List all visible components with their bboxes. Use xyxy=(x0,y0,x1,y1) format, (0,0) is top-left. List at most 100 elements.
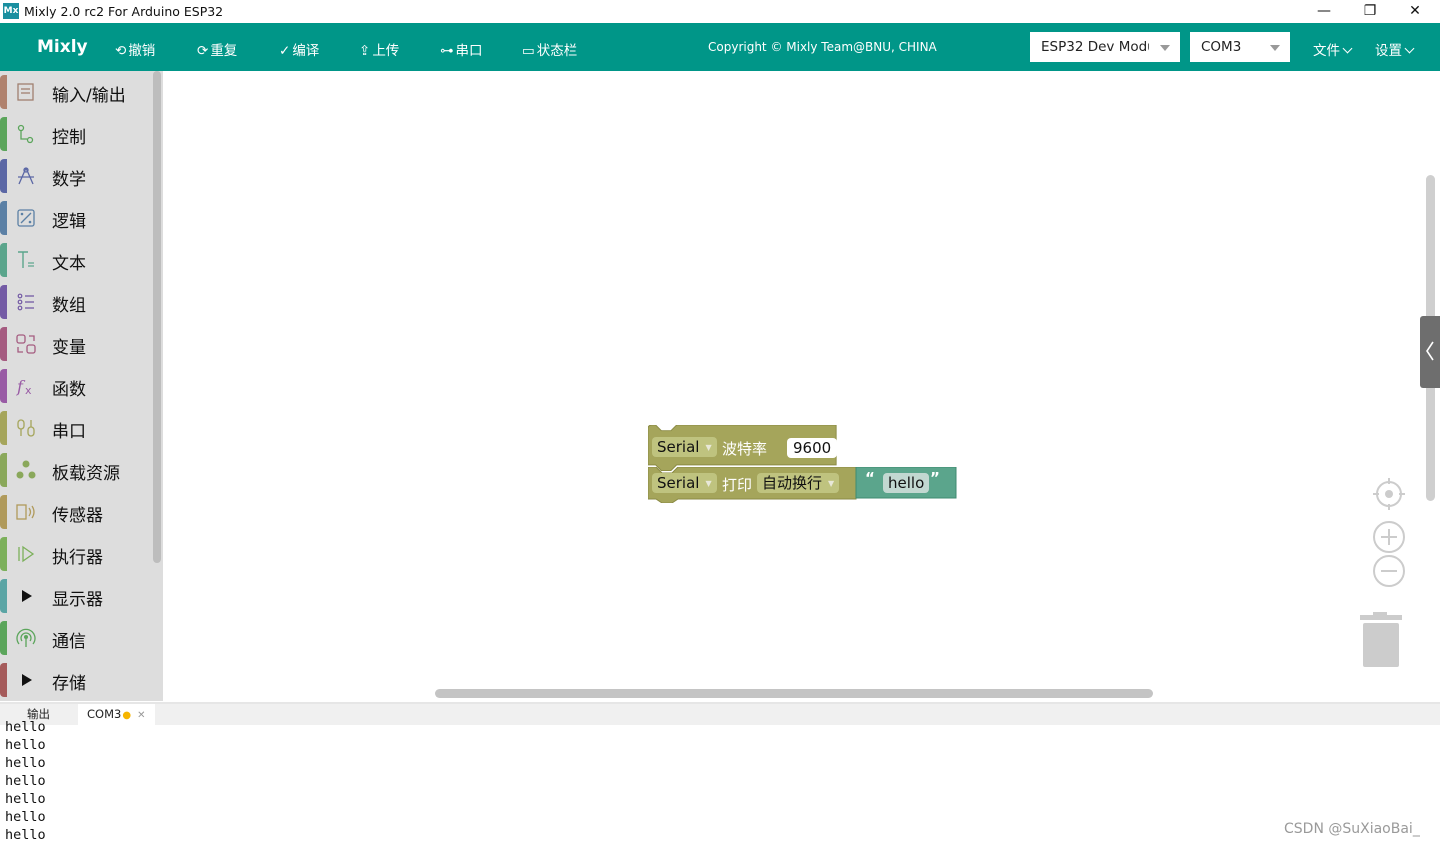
window-title: Mixly 2.0 rc2 For Arduino ESP32 xyxy=(24,4,224,19)
category-color-bar xyxy=(0,495,7,529)
port-select[interactable]: COM3 xyxy=(1190,32,1290,62)
undo-icon: ⟲ xyxy=(115,43,127,59)
category-variable[interactable]: 变量 xyxy=(0,324,152,362)
category-serial[interactable]: 串口 xyxy=(0,408,152,446)
category-color-bar xyxy=(0,411,7,445)
category-sensor[interactable]: 传感器 xyxy=(0,492,152,530)
settings-menu[interactable]: 设置 xyxy=(1375,39,1415,59)
dropdown-arrow-icon: ▼ xyxy=(705,479,712,488)
category-color-bar xyxy=(0,159,7,193)
recenter-icon[interactable] xyxy=(1372,478,1406,512)
category-label: 执行器 xyxy=(52,548,103,568)
copyright-text: Copyright © Mixly Team@BNU, CHINA xyxy=(708,40,937,54)
category-label: 数学 xyxy=(52,170,86,190)
category-io[interactable]: 输入/输出 xyxy=(0,72,152,110)
toolbox-scrollbar[interactable] xyxy=(153,71,161,563)
category-math[interactable]: 数学 xyxy=(0,156,152,194)
file-menu[interactable]: 文件 xyxy=(1313,39,1353,59)
zoom-out-icon[interactable] xyxy=(1372,554,1406,588)
serial-label: 串口 xyxy=(455,43,483,59)
block-toolbox: 输入/输出 控制 数学 逻辑 文本 数组 变量 fx 函数 串口 板载资源 传感… xyxy=(0,71,163,701)
redo-button[interactable]: ⟳ 重复 xyxy=(197,39,237,59)
category-color-bar xyxy=(0,369,7,403)
chevron-down-icon xyxy=(1404,43,1415,54)
logic-icon xyxy=(17,209,35,227)
settings-menu-label: 设置 xyxy=(1375,43,1402,59)
category-display[interactable]: 显示器 xyxy=(0,576,152,614)
category-control[interactable]: 控制 xyxy=(0,114,152,152)
print-mode-value: 自动换行 xyxy=(762,474,823,492)
compile-label: 编译 xyxy=(292,43,320,59)
category-color-bar xyxy=(0,201,7,235)
category-storage[interactable]: 存储 xyxy=(0,660,152,698)
undo-button[interactable]: ⟲ 撤销 xyxy=(115,39,155,59)
quote-close: ” xyxy=(930,469,940,487)
category-board[interactable]: 板载资源 xyxy=(0,450,152,488)
upload-button[interactable]: ⇪ 上传 xyxy=(359,39,399,59)
watermark: CSDN @SuXiaoBai_ xyxy=(1284,821,1420,837)
output-line: hello xyxy=(5,827,46,843)
close-window-button[interactable]: ✕ xyxy=(1392,0,1438,23)
dropdown-arrow-icon: ▼ xyxy=(705,443,712,452)
brand-logo[interactable]: Mixly xyxy=(37,37,88,57)
compile-button[interactable]: ✓ 编译 xyxy=(279,39,319,59)
close-tab-icon[interactable]: ✕ xyxy=(137,710,145,721)
dropdown-caret-icon xyxy=(1160,45,1170,51)
tab-com3-label: COM3 xyxy=(87,707,122,721)
board-select[interactable]: ESP32 Dev Module xyxy=(1030,32,1180,62)
category-label: 存储 xyxy=(52,674,86,694)
status-dot-icon: ● xyxy=(122,710,132,721)
io-icon xyxy=(17,83,34,101)
string-input[interactable]: hello xyxy=(883,473,930,493)
board-icon xyxy=(16,460,36,479)
restore-button[interactable]: ❐ xyxy=(1347,0,1393,23)
category-logic[interactable]: 逻辑 xyxy=(0,198,152,236)
category-function[interactable]: fx 函数 xyxy=(0,366,152,404)
usb-icon: ⊶ xyxy=(440,43,454,59)
expand-arrow-icon xyxy=(22,674,32,686)
category-color-bar xyxy=(0,117,7,151)
category-color-bar xyxy=(0,579,7,613)
tab-com3[interactable]: COM3● ✕ xyxy=(78,704,155,725)
category-label: 输入/输出 xyxy=(52,86,126,106)
zoom-in-icon[interactable] xyxy=(1372,520,1406,554)
trash-icon[interactable] xyxy=(1359,611,1407,669)
serial-output: hello hello hello hello hello hello hell… xyxy=(5,718,46,844)
category-label: 串口 xyxy=(52,422,86,442)
category-actuator[interactable]: 执行器 xyxy=(0,534,152,572)
list-icon xyxy=(17,293,34,311)
serial-button[interactable]: ⊶ 串口 xyxy=(440,39,483,59)
category-label: 文本 xyxy=(52,254,86,274)
category-color-bar xyxy=(0,663,7,697)
workspace-horizontal-scrollbar[interactable] xyxy=(435,689,1153,698)
output-line: hello xyxy=(5,737,46,753)
text-icon xyxy=(18,251,34,268)
category-color-bar xyxy=(0,453,7,487)
statusbar-button[interactable]: ▭ 状态栏 xyxy=(522,39,577,59)
dropdown-arrow-icon: ▼ xyxy=(828,479,835,488)
print-mode-dropdown[interactable]: 自动换行 ▼ xyxy=(757,473,840,493)
serial-port-dropdown[interactable]: Serial ▼ xyxy=(652,473,717,493)
minimize-button[interactable]: — xyxy=(1301,0,1347,23)
blockly-workspace[interactable]: Serial ▼ 波特率 9600 Serial ▼ 打印 自动换行 ▼ “ hell… xyxy=(163,71,1440,702)
category-text[interactable]: 文本 xyxy=(0,240,152,278)
category-communication[interactable]: 通信 xyxy=(0,618,152,656)
serial-port-dropdown[interactable]: Serial ▼ xyxy=(652,437,717,457)
serial-port-value: Serial xyxy=(657,438,700,456)
category-label: 显示器 xyxy=(52,590,103,610)
file-menu-label: 文件 xyxy=(1313,43,1340,59)
category-color-bar xyxy=(0,327,7,361)
main-toolbar: Mixly ⟲ 撤销 ⟳ 重复 ✓ 编译 ⇪ 上传 ⊶ 串口 ▭ 状态栏 Copyright… xyxy=(0,23,1440,71)
output-line: hello xyxy=(5,809,46,825)
baud-rate-input[interactable]: 9600 xyxy=(787,438,838,458)
variable-icon xyxy=(16,334,36,354)
redo-label: 重复 xyxy=(210,43,238,59)
upload-label: 上传 xyxy=(372,43,400,59)
category-label: 传感器 xyxy=(52,506,103,526)
category-list[interactable]: 数组 xyxy=(0,282,152,320)
category-color-bar xyxy=(0,621,7,655)
console-tabs: 输出 COM3● ✕ xyxy=(0,704,1440,725)
side-drawer-toggle[interactable] xyxy=(1420,316,1440,388)
category-label: 数组 xyxy=(52,296,86,316)
expand-arrow-icon xyxy=(22,590,32,602)
